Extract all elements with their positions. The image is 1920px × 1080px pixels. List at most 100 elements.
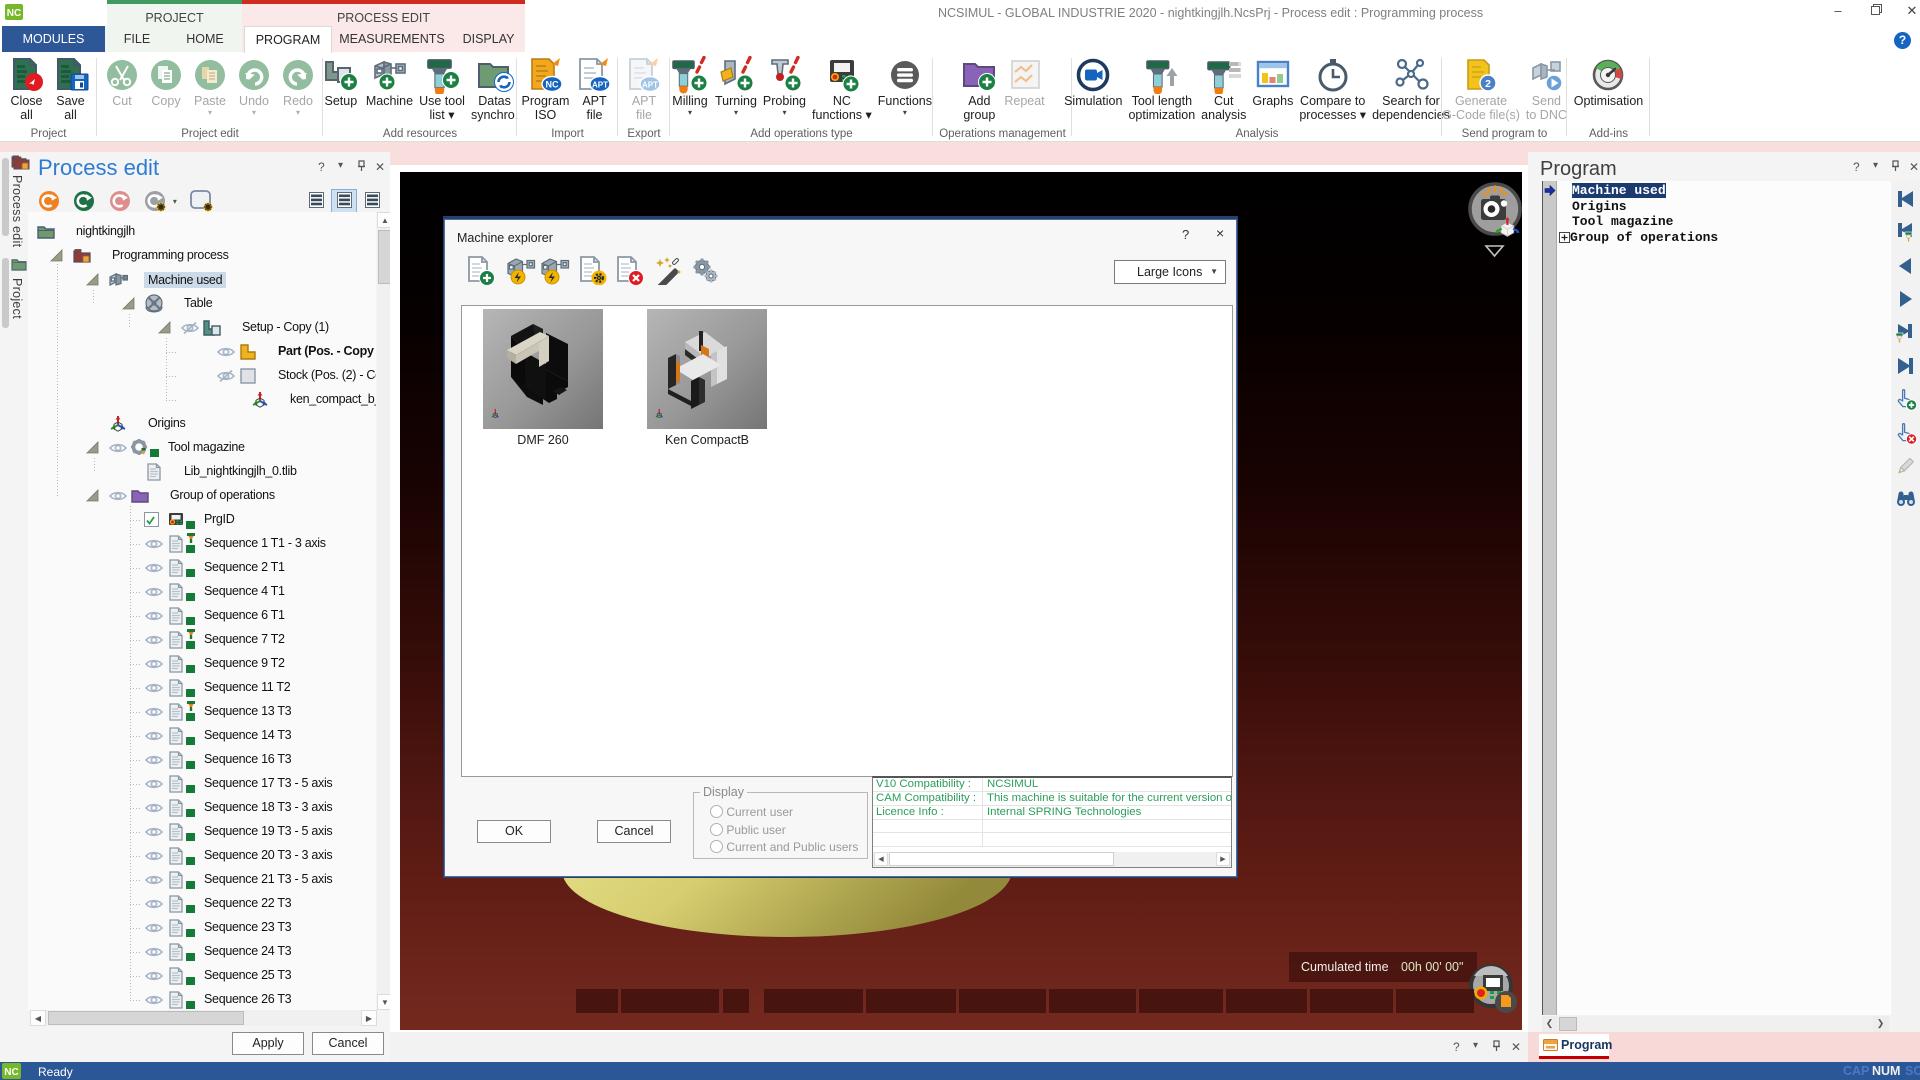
ribbon-button-setup[interactable]: Setup [319, 52, 363, 109]
tree-node-origins[interactable]: Origins [28, 412, 376, 436]
program-bottom-tab[interactable]: Program [1539, 1034, 1609, 1059]
radio-option-public-user[interactable]: Public user [710, 823, 858, 841]
close-window-button[interactable]: ✕ [1898, 0, 1920, 22]
bottom-pin-icon[interactable] [1492, 1040, 1501, 1054]
ribbon-button-add-group[interactable]: Add group [957, 52, 1001, 122]
settings-icon[interactable] [689, 255, 721, 285]
visibility-on-icon[interactable] [144, 849, 164, 863]
dialog-cancel-button[interactable]: Cancel [597, 820, 671, 843]
visibility-on-icon[interactable] [144, 585, 164, 599]
go-first-icon[interactable] [1894, 188, 1918, 212]
visibility-on-icon[interactable] [216, 345, 236, 359]
ribbon-button-generate-g-code-file-s[interactable]: 2 Generate G-Code file(s) [1439, 52, 1523, 122]
visibility-on-icon[interactable] [144, 561, 164, 575]
visibility-on-icon[interactable] [144, 609, 164, 623]
visibility-on-icon[interactable] [144, 777, 164, 791]
tree-node-sequence-11-t2[interactable]: Sequence 11 T2 [28, 676, 376, 700]
visibility-on-icon[interactable] [144, 537, 164, 551]
expand-triangle-icon[interactable] [86, 489, 99, 502]
tree-node-sequence-26-t3[interactable]: Sequence 26 T3 [28, 988, 376, 1010]
ribbon-button-save-all[interactable]: Save all [49, 52, 93, 122]
program-item-tool-magazine[interactable]: Tool magazine [1557, 214, 1891, 229]
tab-modules[interactable]: MODULES [2, 26, 105, 52]
program-item-origins[interactable]: Origins [1557, 199, 1891, 214]
tree-node-part-pos-copy[interactable]: Part (Pos. - Copy [28, 340, 376, 364]
contextual-header-process-edit[interactable]: PROCESS EDIT [242, 0, 525, 26]
ribbon-button-send-to-dnc[interactable]: Send to DNC [1523, 52, 1570, 122]
ribbon-button-paste[interactable]: Paste ▾ [188, 52, 232, 116]
ribbon-button-compare-to-processes[interactable]: Compare to processes ▾ [1296, 52, 1369, 122]
pencil-icon[interactable] [1894, 455, 1918, 479]
toolbar-dropdown-icon[interactable]: ▾ [173, 197, 177, 206]
visibility-on-icon[interactable] [108, 441, 128, 455]
ribbon-button-turning[interactable]: Turning ▾ [712, 52, 760, 116]
tree-node-ken-compact-b-tch-19[interactable]: ken_compact_b_tch_19[ [28, 388, 376, 412]
visibility-off-icon[interactable] [216, 369, 236, 383]
tab-display[interactable]: DISPLAY [452, 26, 525, 52]
ribbon-button-simulation[interactable]: Simulation [1061, 52, 1125, 109]
tree-node-sequence-20-t3-3-axis[interactable]: Sequence 20 T3 - 3 axis [28, 844, 376, 868]
ribbon-button-cut-analysis[interactable]: Cut analysis [1198, 52, 1249, 122]
step-back-icon[interactable] [1894, 255, 1918, 279]
tree-node-sequence-17-t3-5-axis[interactable]: Sequence 17 T3 - 5 axis [28, 772, 376, 796]
ribbon-button-probing[interactable]: Probing ▾ [760, 52, 809, 116]
visibility-on-icon[interactable] [144, 657, 164, 671]
new-machine-icon[interactable] [464, 255, 496, 285]
expand-triangle-icon[interactable] [86, 441, 99, 454]
view-list-small-button[interactable] [300, 195, 328, 212]
tree-node-sequence-1-t1-3-axis[interactable]: Sequence 1 T1 - 3 axis [28, 532, 376, 556]
tree-node-stock-pos-2-cop[interactable]: Stock (Pos. (2) - Cop [28, 364, 376, 388]
panel-pin-icon[interactable] [357, 160, 366, 174]
tree-node-lib-nightkingjlh-0-tlib[interactable]: Lib_nightkingjlh_0.tlib [28, 460, 376, 484]
cancel-button[interactable]: Cancel [312, 1032, 384, 1055]
ribbon-button-apt-file[interactable]: APT APT file [622, 52, 666, 122]
visibility-on-icon[interactable] [144, 633, 164, 647]
tree-node-sequence-4-t1[interactable]: Sequence 4 T1 [28, 580, 376, 604]
dialog-help-icon[interactable]: ? [1182, 227, 1189, 242]
tree-node-machine-used[interactable]: Machine used [28, 268, 376, 292]
go-last-icon[interactable] [1894, 355, 1918, 379]
visibility-on-icon[interactable] [144, 681, 164, 695]
view-mode-select[interactable]: Large Icons ▼ [1114, 260, 1226, 284]
binoculars-icon[interactable] [1894, 489, 1918, 513]
expander-plus-icon[interactable] [1559, 232, 1570, 243]
tree-node-sequence-7-t2[interactable]: Sequence 7 T2 [28, 628, 376, 652]
radio-option-current-and-public-users[interactable]: Current and Public users [710, 840, 858, 858]
tree-node-prgid[interactable]: PrgID [28, 508, 376, 532]
visibility-on-icon[interactable] [144, 945, 164, 959]
tree-node-sequence-24-t3[interactable]: Sequence 24 T3 [28, 940, 376, 964]
hand-remove-icon[interactable] [1894, 422, 1918, 446]
tree-node-sequence-25-t3[interactable]: Sequence 25 T3 [28, 964, 376, 988]
machine-delete-icon[interactable] [613, 255, 645, 285]
tree-horizontal-scrollbar[interactable]: ◀ ▶ [30, 1010, 377, 1026]
tab-measurements[interactable]: MEASUREMENTS [332, 26, 452, 52]
visibility-on-icon[interactable] [144, 921, 164, 935]
wizard-icon[interactable] [651, 255, 683, 285]
expand-triangle-icon[interactable] [158, 321, 171, 334]
contextual-header-project[interactable]: PROJECT [107, 0, 242, 26]
visibility-on-icon[interactable] [144, 753, 164, 767]
ribbon-button-functions[interactable]: Functions ▾ [875, 52, 935, 116]
visibility-on-icon[interactable] [144, 969, 164, 983]
tree-node-sequence-23-t3[interactable]: Sequence 23 T3 [28, 916, 376, 940]
tree-node-sequence-19-t3-5-axis[interactable]: Sequence 19 T3 - 5 axis [28, 820, 376, 844]
tab-file[interactable]: FILE [105, 26, 169, 52]
ribbon-button-program-iso[interactable]: NC Program ISO [519, 52, 573, 122]
dialog-close-icon[interactable]: × [1216, 225, 1224, 241]
info-scroll-left-icon[interactable]: ◀ [874, 852, 888, 866]
tree-node-sequence-14-t3[interactable]: Sequence 14 T3 [28, 724, 376, 748]
radio-option-current-user[interactable]: Current user [710, 805, 858, 823]
ribbon-button-optimisation[interactable]: Optimisation [1571, 52, 1646, 109]
panel-help-icon[interactable]: ? [318, 160, 325, 174]
program-close-icon[interactable]: ✕ [1909, 160, 1919, 174]
tree-node-sequence-9-t2[interactable]: Sequence 9 T2 [28, 652, 376, 676]
tree-node-sequence-21-t3-5-axis[interactable]: Sequence 21 T3 - 5 axis [28, 868, 376, 892]
expand-triangle-icon[interactable] [86, 273, 99, 286]
tab-program[interactable]: PROGRAM [244, 26, 332, 53]
program-scroll-right-icon[interactable]: ❯ [1873, 1016, 1888, 1032]
minimize-button[interactable]: – [1824, 0, 1852, 22]
ribbon-button-tool-length-optimization[interactable]: Tool length optimization [1125, 52, 1198, 122]
visibility-off-icon[interactable] [180, 321, 200, 335]
scroll-left-icon[interactable]: ◀ [30, 1010, 46, 1026]
machine-import-icon[interactable] [504, 255, 536, 285]
